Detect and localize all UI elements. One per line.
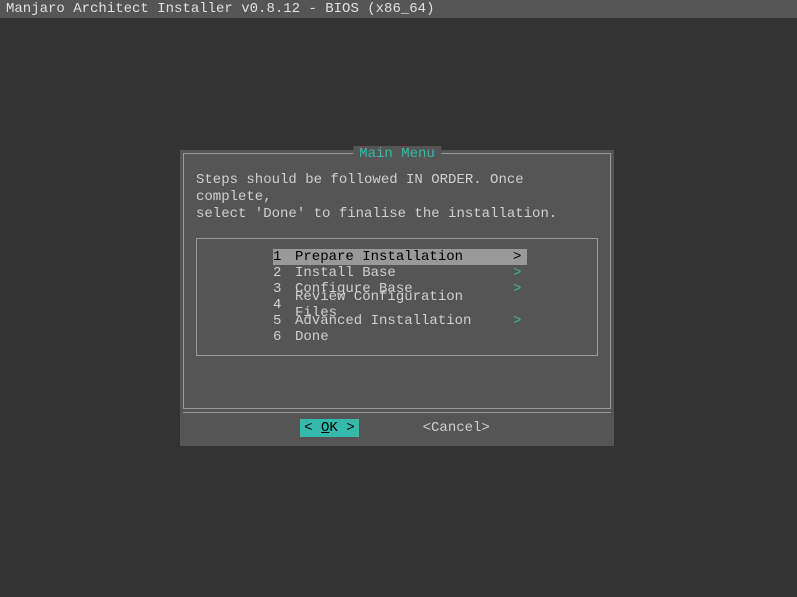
menu-item-1[interactable]: 1Prepare Installation> bbox=[197, 249, 597, 265]
menu-item-6[interactable]: 6Done bbox=[197, 329, 597, 345]
menu-item-number: 6 bbox=[273, 329, 295, 345]
menu-item-number: 5 bbox=[273, 313, 295, 329]
menu-item-label: Prepare Installation bbox=[295, 249, 513, 265]
chevron-right-icon: > bbox=[513, 265, 527, 281]
cancel-button[interactable]: <Cancel> bbox=[419, 419, 494, 437]
menu-item-5[interactable]: 5Advanced Installation> bbox=[197, 313, 597, 329]
dialog-instructions: Steps should be followed IN ORDER. Once … bbox=[186, 156, 608, 232]
menu-item-2[interactable]: 2Install Base> bbox=[197, 265, 597, 281]
menu-item-number: 1 bbox=[273, 249, 295, 265]
spacer bbox=[186, 366, 608, 406]
chevron-right-icon: > bbox=[513, 313, 527, 329]
main-menu-dialog: Main Menu Steps should be followed IN OR… bbox=[180, 150, 614, 446]
menu-item-label: Install Base bbox=[295, 265, 513, 281]
menu-item-label: Done bbox=[295, 329, 513, 345]
ok-button[interactable]: < OK > bbox=[300, 419, 358, 437]
menu-item-label: Advanced Installation bbox=[295, 313, 513, 329]
menu-list: 1Prepare Installation>2Install Base>3Con… bbox=[196, 238, 598, 356]
chevron-right-icon: > bbox=[513, 281, 527, 297]
menu-item-number: 3 bbox=[273, 281, 295, 297]
menu-item-4[interactable]: 4Review Configuration Files bbox=[197, 297, 597, 313]
terminal-title: Manjaro Architect Installer v0.8.12 - BI… bbox=[0, 0, 797, 18]
chevron-right-icon: > bbox=[513, 249, 527, 265]
dialog-frame: Main Menu Steps should be followed IN OR… bbox=[183, 153, 611, 409]
dialog-title: Main Menu bbox=[353, 146, 441, 162]
menu-item-number: 2 bbox=[273, 265, 295, 281]
button-bar: < OK > <Cancel> bbox=[183, 412, 611, 443]
menu-item-number: 4 bbox=[273, 297, 295, 313]
